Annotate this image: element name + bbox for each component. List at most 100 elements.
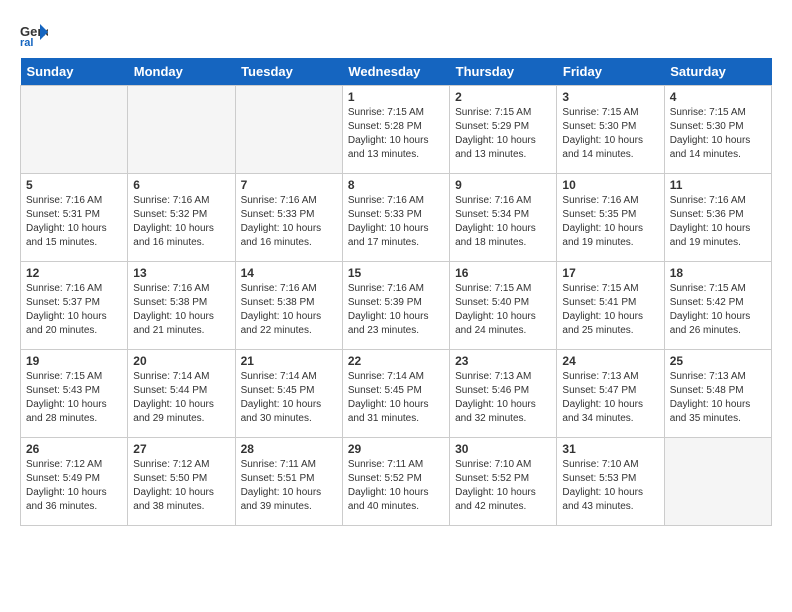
calendar-cell: 9 Sunrise: 7:16 AM Sunset: 5:34 PM Daylig… — [450, 174, 557, 262]
day-info: Sunrise: 7:15 AM Sunset: 5:30 PM Dayligh… — [562, 106, 658, 162]
day-info: Sunrise: 7:16 AM Sunset: 5:33 PM Dayligh… — [348, 194, 444, 250]
day-number: 17 — [562, 266, 658, 280]
day-number: 26 — [26, 442, 122, 456]
day-number: 8 — [348, 178, 444, 192]
weekday-header-friday: Friday — [557, 58, 664, 86]
day-number: 18 — [670, 266, 766, 280]
calendar-cell: 14 Sunrise: 7:16 AM Sunset: 5:38 PM Dayli… — [235, 262, 342, 350]
day-info: Sunrise: 7:15 AM Sunset: 5:41 PM Dayligh… — [562, 282, 658, 338]
day-info: Sunrise: 7:16 AM Sunset: 5:32 PM Dayligh… — [133, 194, 229, 250]
calendar-cell: 8 Sunrise: 7:16 AM Sunset: 5:33 PM Daylig… — [342, 174, 449, 262]
calendar-cell: 19 Sunrise: 7:15 AM Sunset: 5:43 PM Dayli… — [21, 350, 128, 438]
weekday-header-thursday: Thursday — [450, 58, 557, 86]
calendar-cell: 20Sunrise: 7:14 AM Sunset: 5:44 PM Dayli… — [128, 350, 235, 438]
day-info: Sunrise: 7:15 AM Sunset: 5:29 PM Dayligh… — [455, 106, 551, 162]
weekday-header-row: SundayMondayTuesdayWednesdayThursdayFrid… — [21, 58, 772, 86]
day-info: Sunrise: 7:14 AM Sunset: 5:45 PM Dayligh… — [241, 370, 337, 426]
day-number: 15 — [348, 266, 444, 280]
calendar-cell: 27 Sunrise: 7:12 AM Sunset: 5:50 PM Dayli… — [128, 438, 235, 526]
calendar-cell: 15 Sunrise: 7:16 AM Sunset: 5:39 PM Dayli… — [342, 262, 449, 350]
day-info: Sunrise: 7:11 AM Sunset: 5:51 PM Dayligh… — [241, 458, 337, 514]
day-number: 31 — [562, 442, 658, 456]
calendar-cell: 24Sunrise: 7:13 AM Sunset: 5:47 PM Dayli… — [557, 350, 664, 438]
calendar-cell — [664, 438, 771, 526]
day-info: Sunrise: 7:14 AM Sunset: 5:45 PM Dayligh… — [348, 370, 444, 426]
calendar-cell — [235, 86, 342, 174]
calendar-cell: 4 Sunrise: 7:15 AM Sunset: 5:30 PM Daylig… — [664, 86, 771, 174]
weekday-header-saturday: Saturday — [664, 58, 771, 86]
calendar-cell — [128, 86, 235, 174]
day-number: 14 — [241, 266, 337, 280]
calendar-cell: 31Sunrise: 7:10 AM Sunset: 5:53 PM Dayli… — [557, 438, 664, 526]
calendar-cell — [21, 86, 128, 174]
day-info: Sunrise: 7:16 AM Sunset: 5:36 PM Dayligh… — [670, 194, 766, 250]
calendar-cell: 10 Sunrise: 7:16 AM Sunset: 5:35 PM Dayli… — [557, 174, 664, 262]
calendar-week-row: 1 Sunrise: 7:15 AM Sunset: 5:28 PM Daylig… — [21, 86, 772, 174]
day-info: Sunrise: 7:12 AM Sunset: 5:50 PM Dayligh… — [133, 458, 229, 514]
calendar-cell: 18 Sunrise: 7:15 AM Sunset: 5:42 PM Dayli… — [664, 262, 771, 350]
day-number: 3 — [562, 90, 658, 104]
day-number: 4 — [670, 90, 766, 104]
day-info: Sunrise: 7:16 AM Sunset: 5:38 PM Dayligh… — [241, 282, 337, 338]
calendar-cell: 1 Sunrise: 7:15 AM Sunset: 5:28 PM Daylig… — [342, 86, 449, 174]
day-info: Sunrise: 7:16 AM Sunset: 5:37 PM Dayligh… — [26, 282, 122, 338]
calendar-cell: 26 Sunrise: 7:12 AM Sunset: 5:49 PM Dayli… — [21, 438, 128, 526]
day-info: Sunrise: 7:16 AM Sunset: 5:33 PM Dayligh… — [241, 194, 337, 250]
day-number: 1 — [348, 90, 444, 104]
day-info: Sunrise: 7:16 AM Sunset: 5:39 PM Dayligh… — [348, 282, 444, 338]
calendar-cell: 29Sunrise: 7:11 AM Sunset: 5:52 PM Dayli… — [342, 438, 449, 526]
weekday-header-tuesday: Tuesday — [235, 58, 342, 86]
day-info: Sunrise: 7:15 AM Sunset: 5:40 PM Dayligh… — [455, 282, 551, 338]
calendar-cell: 2 Sunrise: 7:15 AM Sunset: 5:29 PM Daylig… — [450, 86, 557, 174]
calendar-week-row: 19 Sunrise: 7:15 AM Sunset: 5:43 PM Dayli… — [21, 350, 772, 438]
page-header: Gene ral — [20, 20, 772, 48]
day-info: Sunrise: 7:15 AM Sunset: 5:43 PM Dayligh… — [26, 370, 122, 426]
day-number: 22 — [348, 354, 444, 368]
day-info: Sunrise: 7:16 AM Sunset: 5:35 PM Dayligh… — [562, 194, 658, 250]
day-number: 20 — [133, 354, 229, 368]
weekday-header-monday: Monday — [128, 58, 235, 86]
day-number: 13 — [133, 266, 229, 280]
day-number: 7 — [241, 178, 337, 192]
day-info: Sunrise: 7:13 AM Sunset: 5:46 PM Dayligh… — [455, 370, 551, 426]
calendar-cell: 17 Sunrise: 7:15 AM Sunset: 5:41 PM Dayli… — [557, 262, 664, 350]
day-info: Sunrise: 7:16 AM Sunset: 5:34 PM Dayligh… — [455, 194, 551, 250]
calendar-table: SundayMondayTuesdayWednesdayThursdayFrid… — [20, 58, 772, 526]
day-info: Sunrise: 7:11 AM Sunset: 5:52 PM Dayligh… — [348, 458, 444, 514]
day-number: 19 — [26, 354, 122, 368]
calendar-cell: 7 Sunrise: 7:16 AM Sunset: 5:33 PM Daylig… — [235, 174, 342, 262]
logo-icon: Gene ral — [20, 20, 48, 48]
calendar-cell: 28 Sunrise: 7:11 AM Sunset: 5:51 PM Dayli… — [235, 438, 342, 526]
day-number: 5 — [26, 178, 122, 192]
calendar-week-row: 12 Sunrise: 7:16 AM Sunset: 5:37 PM Dayli… — [21, 262, 772, 350]
day-number: 9 — [455, 178, 551, 192]
calendar-cell: 11Sunrise: 7:16 AM Sunset: 5:36 PM Dayli… — [664, 174, 771, 262]
day-number: 21 — [241, 354, 337, 368]
logo: Gene ral — [20, 20, 52, 48]
day-info: Sunrise: 7:15 AM Sunset: 5:30 PM Dayligh… — [670, 106, 766, 162]
day-number: 6 — [133, 178, 229, 192]
day-number: 23 — [455, 354, 551, 368]
day-info: Sunrise: 7:15 AM Sunset: 5:28 PM Dayligh… — [348, 106, 444, 162]
day-info: Sunrise: 7:16 AM Sunset: 5:38 PM Dayligh… — [133, 282, 229, 338]
calendar-cell: 16Sunrise: 7:15 AM Sunset: 5:40 PM Dayli… — [450, 262, 557, 350]
day-info: Sunrise: 7:16 AM Sunset: 5:31 PM Dayligh… — [26, 194, 122, 250]
day-number: 12 — [26, 266, 122, 280]
calendar-cell: 6 Sunrise: 7:16 AM Sunset: 5:32 PM Daylig… — [128, 174, 235, 262]
calendar-cell: 23 Sunrise: 7:13 AM Sunset: 5:46 PM Dayli… — [450, 350, 557, 438]
calendar-cell: 25Sunrise: 7:13 AM Sunset: 5:48 PM Dayli… — [664, 350, 771, 438]
day-info: Sunrise: 7:15 AM Sunset: 5:42 PM Dayligh… — [670, 282, 766, 338]
day-number: 27 — [133, 442, 229, 456]
day-info: Sunrise: 7:12 AM Sunset: 5:49 PM Dayligh… — [26, 458, 122, 514]
day-info: Sunrise: 7:13 AM Sunset: 5:48 PM Dayligh… — [670, 370, 766, 426]
day-info: Sunrise: 7:10 AM Sunset: 5:52 PM Dayligh… — [455, 458, 551, 514]
day-number: 2 — [455, 90, 551, 104]
calendar-cell: 3 Sunrise: 7:15 AM Sunset: 5:30 PM Daylig… — [557, 86, 664, 174]
day-number: 28 — [241, 442, 337, 456]
calendar-cell: 12 Sunrise: 7:16 AM Sunset: 5:37 PM Dayli… — [21, 262, 128, 350]
day-number: 10 — [562, 178, 658, 192]
calendar-week-row: 5 Sunrise: 7:16 AM Sunset: 5:31 PM Daylig… — [21, 174, 772, 262]
calendar-cell: 5 Sunrise: 7:16 AM Sunset: 5:31 PM Daylig… — [21, 174, 128, 262]
day-number: 30 — [455, 442, 551, 456]
calendar-week-row: 26 Sunrise: 7:12 AM Sunset: 5:49 PM Dayli… — [21, 438, 772, 526]
